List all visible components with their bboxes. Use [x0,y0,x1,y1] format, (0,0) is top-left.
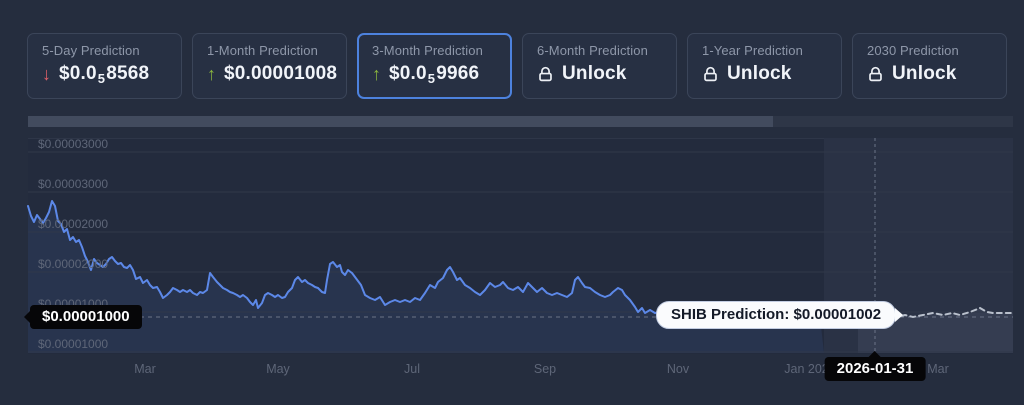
prediction-card-1-year[interactable]: 1-Year Prediction Unlock [687,33,842,99]
card-label: 5-Day Prediction [42,43,140,58]
prediction-cards-row: 5-Day Prediction ↓ $0.058568 1-Month Pre… [27,33,1007,99]
x-axis-label: Nov [666,362,690,376]
y-axis-label: $0.00003000 [38,137,109,151]
down-arrow-icon: ↓ [42,64,51,84]
chart-range-thumb[interactable] [28,116,773,127]
card-value-row: ↓ $0.058568 [42,63,181,86]
card-value: Unlock [727,63,792,84]
card-value-row: Unlock [702,63,841,85]
prediction-tooltip: SHIB Prediction: $0.00001002 [656,301,897,329]
lock-icon [704,66,717,81]
card-label: 3-Month Prediction [372,43,483,58]
card-value-row: Unlock [537,63,676,85]
prediction-card-5-day[interactable]: 5-Day Prediction ↓ $0.058568 [27,33,182,99]
card-value: Unlock [892,63,957,84]
x-axis-label: May [266,362,290,376]
y-axis-label: $0.00002000 [38,217,109,231]
card-label: 1-Year Prediction [702,43,803,58]
x-axis-label: Sep [533,362,557,376]
card-value: $0.059966 [389,63,480,86]
card-label: 2030 Prediction [867,43,959,58]
x-axis-label: Jul [404,362,420,376]
date-tooltip: 2026-01-31 [824,357,926,381]
prediction-card-3-month-selected[interactable]: 3-Month Prediction ↑ $0.059966 [357,33,512,99]
card-value-row: ↑ $0.00001008 [207,63,346,85]
card-value-row: Unlock [867,63,1006,85]
card-value: Unlock [562,63,627,84]
card-label: 6-Month Prediction [537,43,648,58]
x-axis-label: Mar [927,362,949,376]
prediction-card-1-month[interactable]: 1-Month Prediction ↑ $0.00001008 [192,33,347,99]
card-value: $0.058568 [59,63,150,86]
prediction-card-6-month[interactable]: 6-Month Prediction Unlock [522,33,677,99]
shib-prediction-panel: 5-Day Prediction ↓ $0.058568 1-Month Pre… [0,0,1024,405]
card-value: $0.00001008 [224,63,338,84]
y-axis-label: $0.00003000 [38,177,109,191]
lock-icon [539,66,552,81]
lock-icon [869,66,882,81]
card-value-row: ↑ $0.059966 [372,63,510,86]
x-axis-label: Mar [134,362,156,376]
up-arrow-icon: ↑ [372,64,381,84]
up-arrow-icon: ↑ [207,64,216,84]
prediction-card-2030[interactable]: 2030 Prediction Unlock [852,33,1007,99]
chart-range-scrollbar[interactable] [28,116,1013,127]
current-price-tooltip: $0.00001000 [30,305,142,329]
y-axis-label: $0.00002000 [38,257,109,271]
y-axis-label: $0.00001000 [38,337,109,351]
card-label: 1-Month Prediction [207,43,318,58]
